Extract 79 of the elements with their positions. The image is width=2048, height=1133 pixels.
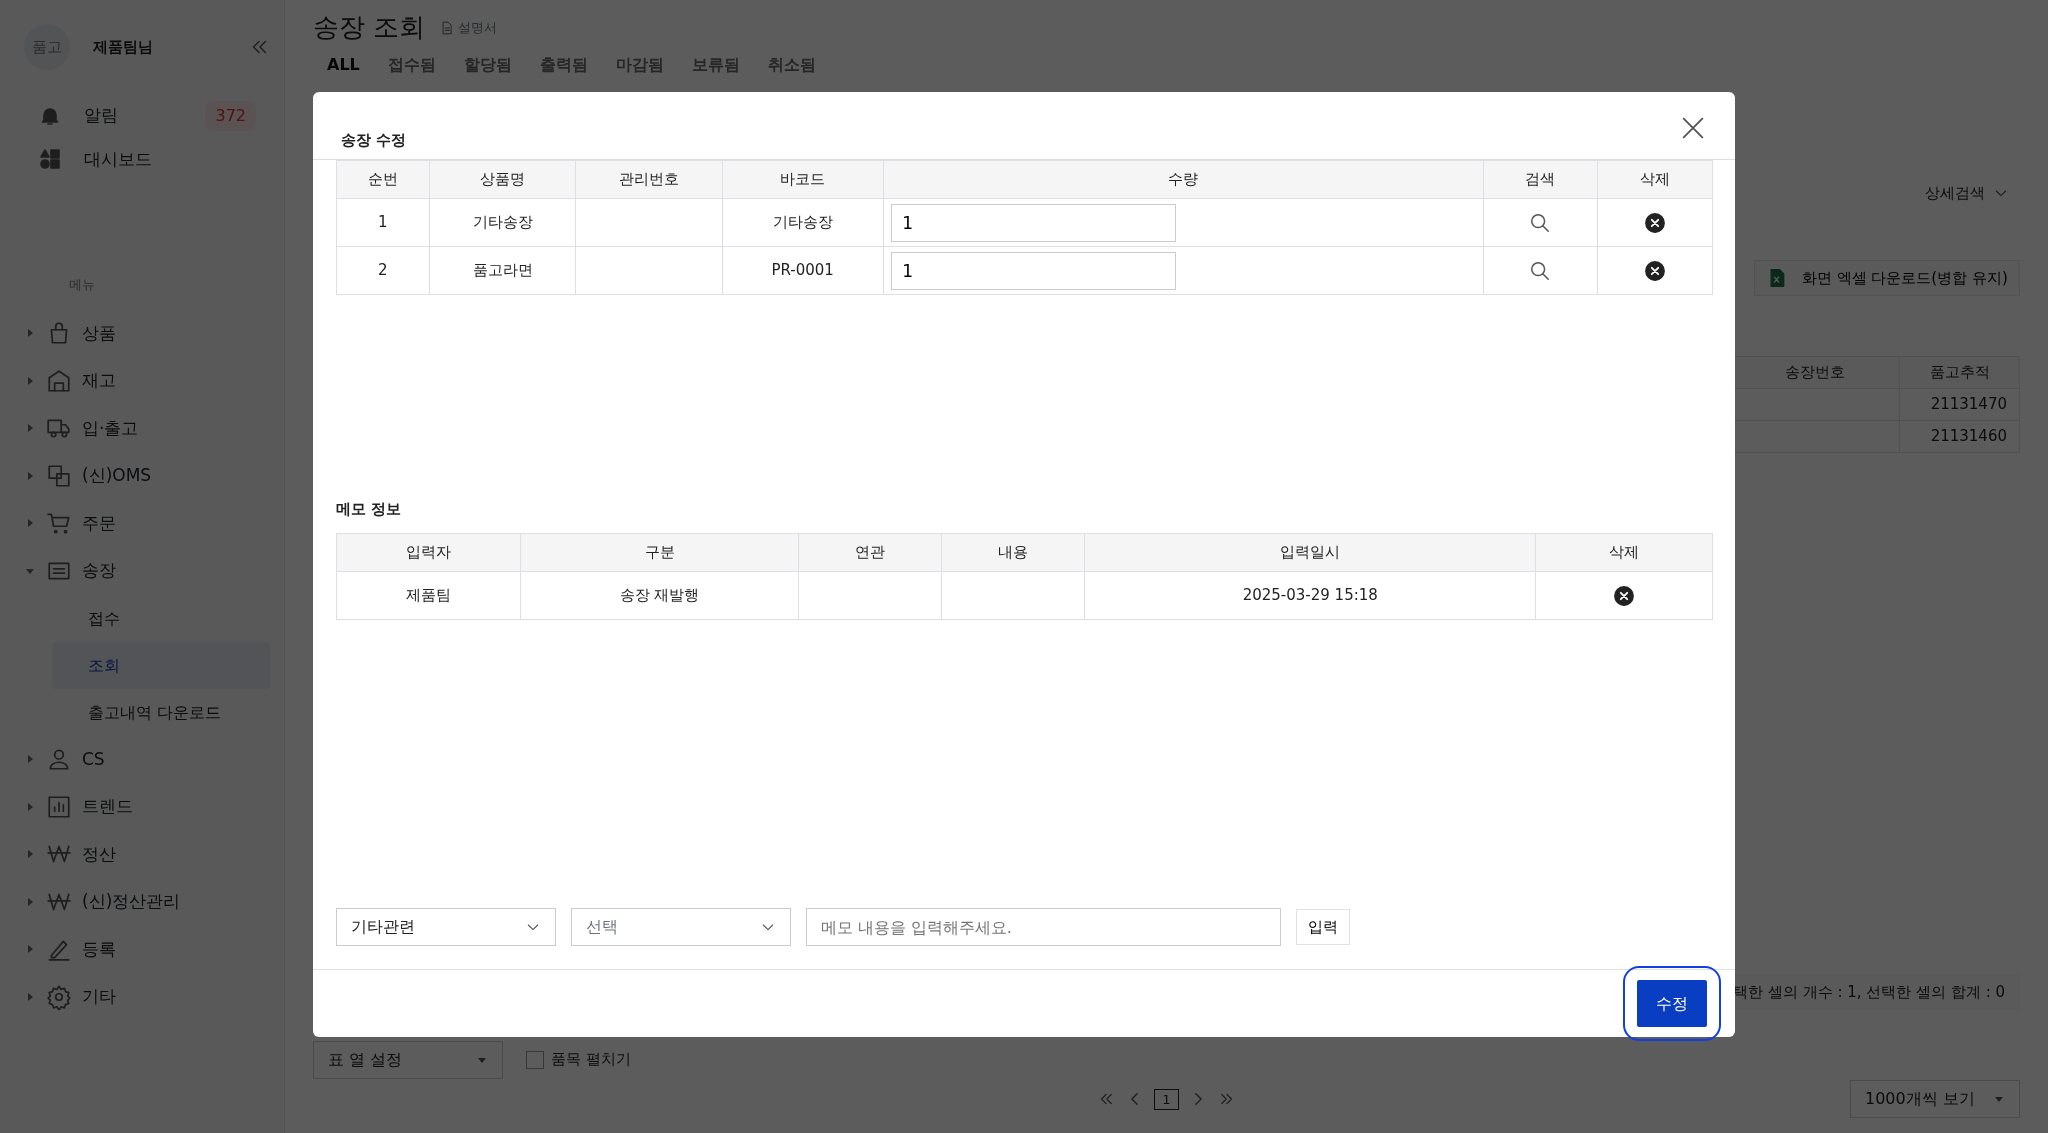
column-header: 검색 bbox=[1483, 160, 1597, 199]
column-header: 순번 bbox=[336, 160, 430, 199]
search-icon bbox=[1529, 259, 1552, 282]
column-header: 입력일시 bbox=[1084, 533, 1536, 572]
section-title: 메모 정보 bbox=[335, 500, 402, 518]
close-circle-icon bbox=[1612, 584, 1635, 607]
chevron-left-icon bbox=[1129, 1092, 1139, 1107]
quantity-field[interactable]: 1 bbox=[891, 203, 1177, 242]
sidebar-submenu-item[interactable]: 접수 bbox=[52, 594, 270, 642]
gear-icon bbox=[46, 983, 72, 1010]
delete-button[interactable] bbox=[1612, 584, 1635, 607]
table-cell: 송장 재발행 bbox=[520, 571, 799, 620]
column-header: 수량 bbox=[883, 160, 1484, 199]
column-header: 삭제 bbox=[1597, 160, 1712, 199]
delete-button[interactable] bbox=[1643, 211, 1666, 234]
delete-button[interactable] bbox=[1643, 259, 1666, 282]
column-settings-select[interactable]: 표 열 설정 bbox=[313, 1040, 503, 1079]
column-header: 품고추적 bbox=[1899, 356, 2020, 389]
table-cell: 기타송장 bbox=[722, 198, 884, 247]
sidebar-menu-item[interactable]: 입·출고 bbox=[24, 404, 270, 453]
linked-squares-icon bbox=[46, 462, 72, 489]
bar-chart-icon bbox=[46, 793, 72, 820]
notification-badge: 372 bbox=[205, 100, 256, 131]
page-size-select[interactable]: 1000개씩 보기 bbox=[1850, 1080, 2020, 1119]
sidebar-menu-item[interactable]: CS bbox=[24, 735, 270, 784]
document-icon bbox=[440, 20, 455, 35]
column-header: 구분 bbox=[520, 533, 799, 572]
page-title: 송장 조회 bbox=[313, 12, 426, 44]
table-cell: 기타송장 bbox=[429, 198, 576, 247]
table-cell: 21131460 bbox=[1899, 420, 2020, 453]
table-cell: 2025-03-29 15:18 bbox=[1084, 571, 1536, 620]
sidebar-link[interactable]: 대시보드 bbox=[24, 138, 270, 180]
sidebar-menu-item[interactable]: 상품 bbox=[24, 309, 270, 358]
chevron-right-icon bbox=[1194, 1092, 1204, 1107]
close-circle-icon bbox=[1643, 211, 1666, 234]
table-cell: 제품팀 bbox=[336, 571, 521, 620]
column-header: 내용 bbox=[941, 533, 1085, 572]
quantity-field[interactable]: 1 bbox=[891, 251, 1177, 290]
table-cell: 21131470 bbox=[1899, 388, 2020, 421]
sidebar-menu-item[interactable]: 등록 bbox=[24, 925, 270, 974]
sidebar-submenu-item[interactable]: 조회 bbox=[52, 641, 270, 689]
sidebar-menu-item[interactable]: 재고 bbox=[24, 357, 270, 405]
column-header: 바코드 bbox=[722, 160, 884, 199]
table-cell: PR-0001 bbox=[722, 246, 884, 295]
sidebar-menu-item[interactable]: (신)정산관리 bbox=[24, 878, 270, 926]
table-cell: 2 bbox=[336, 246, 430, 295]
submit-memo-button[interactable]: 입력 bbox=[1295, 909, 1350, 945]
excel-download-button[interactable]: 화면 엑셀 다운로드(병합 유지) bbox=[1754, 260, 2020, 296]
search-icon bbox=[1529, 211, 1552, 234]
search-button[interactable] bbox=[1529, 259, 1552, 282]
table-cell: 품고라면 bbox=[429, 246, 576, 295]
close-circle-icon bbox=[1643, 259, 1666, 282]
sidebar-menu-item[interactable]: 정산 bbox=[24, 830, 270, 879]
table-cell: 1 bbox=[336, 198, 430, 247]
search-button[interactable] bbox=[1529, 211, 1552, 234]
column-header: 관리번호 bbox=[575, 160, 723, 199]
type-select[interactable]: 선택 bbox=[570, 908, 791, 946]
sidebar-menu-item[interactable]: 송장 bbox=[24, 547, 270, 595]
column-header: 상품명 bbox=[429, 160, 576, 199]
column-header: 연관 bbox=[798, 533, 942, 572]
sidebar-link[interactable]: 알림 372 bbox=[24, 92, 270, 139]
modal-title: 송장 수정 bbox=[341, 131, 407, 149]
page-number[interactable]: 1 bbox=[1153, 1088, 1180, 1111]
sidebar-menu-item[interactable]: 주문 bbox=[24, 499, 270, 548]
save-button[interactable]: 수정 bbox=[1637, 980, 1707, 1027]
sidebar-menu-item[interactable]: (신)OMS bbox=[24, 452, 270, 500]
expand-items-checkbox[interactable]: 품목 펼치기 bbox=[525, 1048, 631, 1071]
shapes-icon bbox=[38, 147, 62, 172]
column-header: 삭제 bbox=[1535, 533, 1712, 572]
column-header: 입력자 bbox=[336, 533, 521, 572]
sidebar-submenu-item[interactable]: 출고내역 다운로드 bbox=[52, 688, 270, 736]
cart-icon bbox=[46, 510, 72, 537]
status-tab[interactable]: ALL bbox=[313, 52, 374, 77]
detail-search-toggle[interactable]: 상세검색 bbox=[1914, 176, 2020, 211]
sidebar-menu-item[interactable]: 기타 bbox=[24, 973, 270, 1021]
user-name: 제품팀님 bbox=[92, 36, 153, 58]
memo-input-field[interactable]: 메모 내용을 입력해주세요. bbox=[805, 908, 1281, 946]
sidebar-menu-item[interactable]: 트렌드 bbox=[24, 783, 270, 831]
category-select[interactable]: 기타관련 bbox=[335, 908, 556, 946]
